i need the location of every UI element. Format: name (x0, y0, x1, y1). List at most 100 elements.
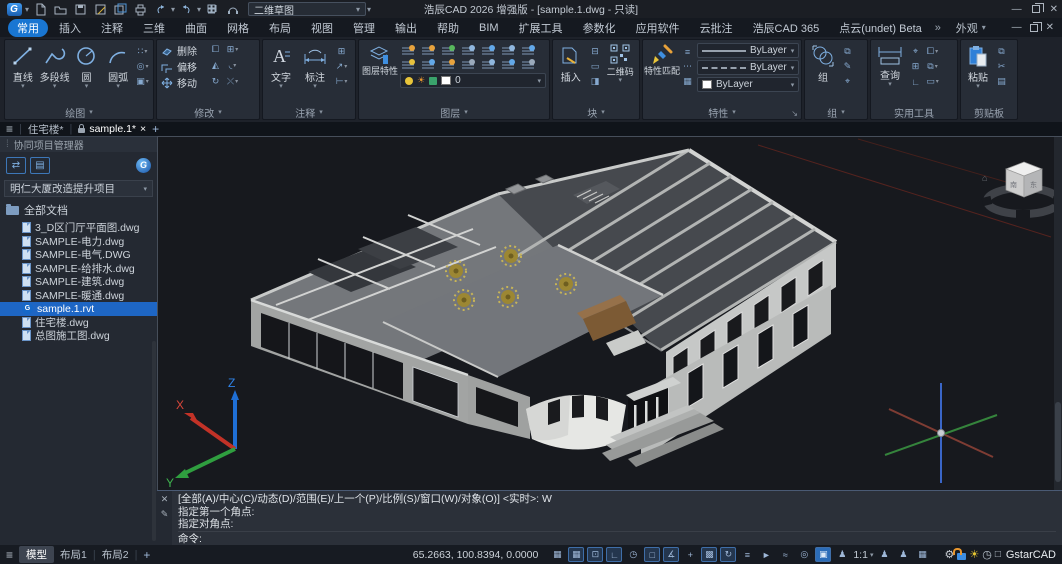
scrollbar-thumb[interactable] (1055, 402, 1061, 482)
point-tools-button[interactable]: ∷▾ (135, 45, 150, 58)
export-button[interactable] (111, 2, 129, 17)
area-button[interactable]: ∟ (908, 75, 923, 88)
polyline-button[interactable]: 多段线▾ (40, 43, 70, 89)
unlock-ui-icon[interactable] (957, 553, 966, 560)
file-item[interactable]: SAMPLE-电力.dwg (0, 235, 157, 249)
color-dropdown[interactable]: ByLayer▾ (697, 77, 799, 92)
cut-button[interactable]: ✂ (994, 60, 1009, 73)
tab-view[interactable]: 视图 (302, 19, 342, 37)
app-menu-button[interactable]: G (5, 2, 23, 17)
block-attributes-button[interactable]: ◨ (588, 75, 603, 88)
tab-output[interactable]: 输出 (386, 19, 426, 37)
toggle-transparency[interactable]: ≈ (777, 547, 793, 562)
toggle-lineweight[interactable]: ≡ (739, 547, 755, 562)
panel-title-layer[interactable]: 图层▾ (359, 105, 549, 119)
tab-bim[interactable]: BIM (470, 21, 508, 35)
appearance-dropdown[interactable]: 外观▾ (956, 20, 987, 36)
leader-button[interactable]: ↗▾ (334, 60, 349, 73)
quick-calculator-button[interactable]: ▦ (914, 547, 930, 562)
erase-button[interactable]: 删除 (160, 43, 206, 58)
doc-tab-residential[interactable]: 住宅楼* (28, 122, 64, 137)
tab-home[interactable]: 常用 (8, 19, 48, 37)
id-point-button[interactable]: ⌖ (908, 45, 923, 58)
restore-button[interactable] (1032, 5, 1040, 13)
tab-gstarcad365[interactable]: 浩辰CAD 365 (744, 19, 829, 37)
toggle-selection-cycling[interactable]: ► (758, 547, 774, 562)
line-button[interactable]: 直线▾ (8, 43, 38, 89)
arc-button[interactable]: 圆弧▾ (103, 43, 133, 89)
model-tab[interactable]: 模型 (19, 546, 54, 563)
annotation-scale-dropdown[interactable]: 1:1▾ (853, 549, 873, 561)
panel-title-clipboard[interactable]: 剪贴板 (961, 105, 1017, 119)
tab-overflow-icon[interactable]: » (935, 22, 941, 34)
sync-project-button[interactable]: ⇄ (6, 157, 26, 174)
copy-base-button[interactable]: ▤ (994, 75, 1009, 88)
tab-help[interactable]: 帮助 (428, 19, 468, 37)
tab-mesh[interactable]: 网格 (218, 19, 258, 37)
ucs-icon[interactable]: Z X Y (166, 376, 239, 490)
match-properties-button[interactable]: 特性匹配 (646, 43, 678, 76)
sidebar-scrollbar[interactable] (152, 341, 156, 541)
toggle-ortho-mode[interactable]: ∟ (606, 547, 622, 562)
circle-button[interactable]: 圆▾ (72, 43, 102, 89)
panel-title-annotate[interactable]: 注释▾ (263, 105, 355, 119)
close-tab-icon[interactable]: × (140, 123, 146, 135)
tab-layout[interactable]: 布局 (260, 19, 300, 37)
close-button[interactable]: ✕ (1050, 4, 1058, 15)
root-folder-row[interactable]: 全部文档 (0, 199, 157, 221)
file-item[interactable]: SAMPLE-电气.DWG (0, 248, 157, 262)
measure-button[interactable]: 查询▾ (874, 43, 906, 87)
table-button[interactable]: ⊞ (334, 45, 349, 58)
create-block-button[interactable]: ⊟ (588, 45, 603, 58)
lineweight-dropdown[interactable]: ByLayer▾ (697, 43, 799, 58)
isolate-objects-icon[interactable]: ☀ (969, 548, 979, 561)
layout1-tab[interactable]: 布局1 (60, 547, 87, 562)
qr-code-button[interactable]: 二维码▾ (605, 43, 636, 83)
hatch-tools-button[interactable]: ▣▾ (135, 75, 150, 88)
app-menu-caret-icon[interactable]: ▾ (25, 5, 29, 14)
new-tab-button[interactable]: + (152, 122, 159, 136)
layer-tools-grid[interactable] (400, 43, 546, 71)
new-document-button[interactable]: ▤ (30, 157, 50, 174)
insert-block-button[interactable]: 插入 (556, 43, 586, 84)
undo-caret-icon[interactable]: ▾ (171, 5, 175, 14)
select-all-button[interactable]: ⧉▾ (925, 60, 940, 73)
save-button[interactable] (71, 2, 89, 17)
toggle-hardware-acceleration[interactable]: ▣ (815, 547, 831, 562)
file-item[interactable]: SAMPLE-暖通.dwg (0, 289, 157, 303)
mirror-button[interactable]: ◭ (208, 59, 223, 72)
move-button[interactable]: 移动 (160, 75, 206, 90)
save-as-button[interactable] (91, 2, 109, 17)
panel-title-utilities[interactable]: 实用工具 (871, 105, 957, 119)
workspace-dropdown[interactable]: 二维草图▾ (248, 2, 366, 16)
file-item[interactable]: 总图施工图.dwg (0, 329, 157, 343)
project-dropdown[interactable]: 明仁大厦改造提升项目▾ (4, 180, 153, 197)
copy-button[interactable]: ⧠ (208, 43, 223, 56)
trim-button[interactable]: ⤬▾ (225, 75, 240, 88)
doc-tab-sample1[interactable]: sample.1* × (78, 123, 146, 135)
block-editor-button[interactable]: ▭ (588, 60, 603, 73)
color-grid-icon[interactable]: ▦ (680, 75, 695, 88)
sidebar-header[interactable]: ⁞协同项目管理器 (0, 137, 157, 152)
close-command-icon[interactable]: ✕ (161, 494, 169, 505)
toggle-dynamic-input[interactable]: + (682, 547, 698, 562)
layer-dropdown[interactable]: ☀ 0 ▾ (400, 73, 546, 88)
doc-restore-button[interactable] (1030, 24, 1038, 32)
panel-title-draw[interactable]: 绘图▾ (5, 105, 153, 119)
paste-button[interactable]: 粘贴▾ (964, 43, 992, 89)
fillet-button[interactable]: ◟▾ (225, 59, 240, 72)
tab-cloud-markup[interactable]: 云批注 (691, 19, 742, 37)
drawing-viewport[interactable]: ⌂ 南 东 Z X Y (157, 136, 1062, 490)
file-item[interactable]: 3_D区门厅平面图.dwg (0, 221, 157, 235)
toggle-grid-display[interactable]: ▦ (568, 547, 584, 562)
quick-select-button[interactable]: ⧠▾ (925, 45, 940, 58)
panel-title-block[interactable]: 块▾ (553, 105, 639, 119)
layer-properties-button[interactable]: 图层特性 (362, 43, 398, 76)
tab-applications[interactable]: 应用软件 (627, 19, 689, 37)
ungroup-button[interactable]: ⧉ (840, 45, 855, 58)
tab-pointcloud[interactable]: 点云(undet) Beta (830, 19, 931, 37)
copy-clip-button[interactable]: ⧉ (994, 45, 1009, 58)
panel-launcher-icon[interactable]: ↘ (791, 109, 798, 118)
toolbar-overflow-caret-icon[interactable]: ▾ (367, 5, 371, 14)
group-button[interactable]: 组 (808, 43, 838, 84)
